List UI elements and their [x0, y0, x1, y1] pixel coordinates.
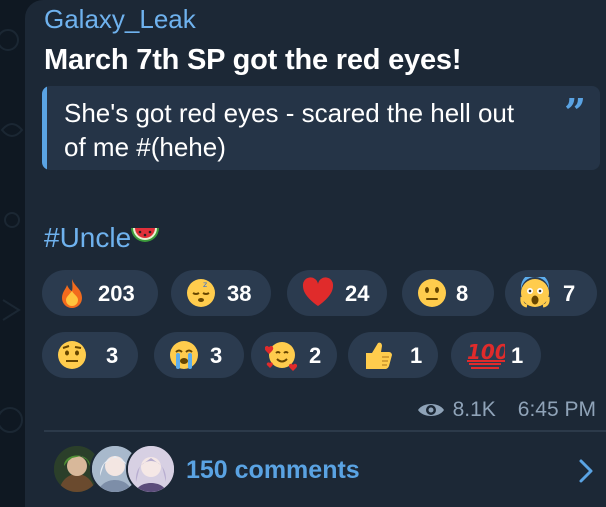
reaction-sleepy[interactable]: z 38	[171, 270, 271, 316]
crying-face-icon	[170, 341, 198, 369]
message-meta: 8.1K 6:45 PM	[417, 396, 596, 424]
fire-icon	[62, 279, 82, 308]
comments-bar[interactable]: 150 comments	[44, 432, 606, 507]
raised-eyebrow-face-icon	[58, 341, 86, 369]
reaction-count: 1	[410, 343, 423, 368]
view-count: 8.1K	[452, 398, 496, 421]
reaction-count: 3	[106, 343, 119, 368]
reaction-hundred[interactable]: 100 1	[451, 332, 541, 378]
quote-bar	[42, 86, 47, 170]
chat-background-pattern	[0, 29, 24, 433]
red-heart-icon	[302, 277, 334, 306]
message-time: 6:45 PM	[517, 398, 596, 421]
quote-block[interactable]: She's got red eyes - scared the hell out…	[42, 86, 600, 170]
reaction-crying[interactable]: 3	[154, 332, 244, 378]
svg-text:z: z	[203, 280, 207, 289]
reaction-neutral[interactable]: 8	[402, 270, 494, 316]
neutral-face-icon	[418, 279, 446, 307]
reaction-count: 7	[563, 281, 576, 306]
hundred-points-icon: 100	[467, 340, 505, 369]
hashtag-line[interactable]: #Uncle	[44, 222, 161, 257]
sleepy-face-icon: z	[187, 279, 215, 307]
reaction-count: 203	[98, 281, 135, 306]
svg-text:100: 100	[467, 340, 505, 364]
screaming-face-icon	[520, 277, 550, 308]
reaction-fire[interactable]: 203	[42, 270, 158, 316]
watermelon-icon	[129, 222, 161, 257]
hashtag-link[interactable]: #Uncle	[44, 222, 131, 253]
reaction-count: 2	[309, 343, 322, 368]
reaction-heart[interactable]: 24	[287, 270, 387, 316]
reaction-count: 38	[227, 281, 252, 306]
quote-mark-icon: ”	[564, 90, 586, 135]
eye-icon	[417, 404, 444, 416]
comments-link[interactable]: 150 comments	[186, 456, 360, 485]
smiling-hearts-face-icon	[265, 342, 298, 371]
chevron-right-icon[interactable]	[578, 458, 594, 484]
thumbs-up-icon	[366, 342, 392, 369]
avatar	[126, 444, 176, 494]
message-headline: March 7th SP got the red eyes!	[44, 44, 462, 76]
reaction-count: 3	[210, 343, 223, 368]
reaction-hearts-face[interactable]: 2	[251, 332, 337, 378]
reaction-scream[interactable]: 7	[505, 270, 597, 316]
reaction-count: 8	[456, 281, 469, 306]
sender-name[interactable]: Galaxy_Leak	[44, 4, 196, 35]
quote-text: She's got red eyes - scared the hell out…	[64, 98, 515, 162]
reaction-count: 1	[511, 343, 524, 368]
reaction-thumbsup[interactable]: 1	[348, 332, 438, 378]
reaction-eyebrow[interactable]: 3	[42, 332, 138, 378]
reaction-count: 24	[345, 281, 370, 306]
